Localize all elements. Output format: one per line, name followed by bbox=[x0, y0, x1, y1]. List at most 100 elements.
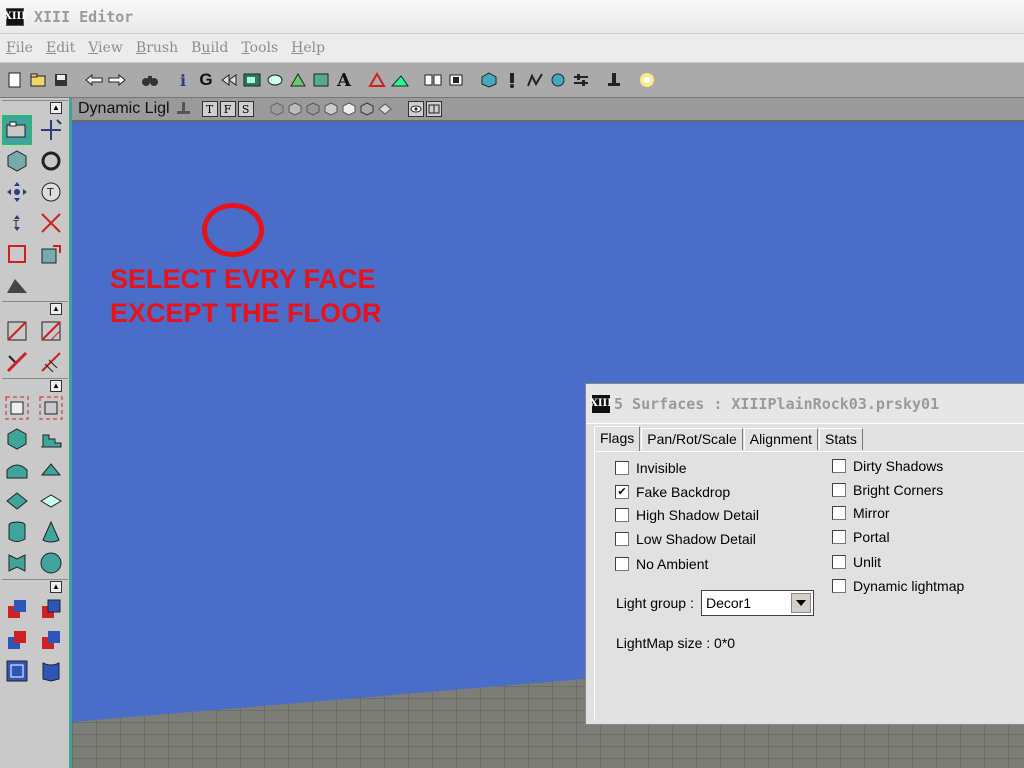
chevron-down-icon[interactable] bbox=[791, 593, 811, 613]
back-icon[interactable] bbox=[218, 69, 240, 91]
eye-view-button[interactable] bbox=[407, 101, 424, 117]
matinee-icon[interactable] bbox=[547, 69, 569, 91]
camera-mode-icon[interactable] bbox=[2, 115, 32, 145]
light-icon[interactable] bbox=[636, 69, 658, 91]
csg-subtract-icon[interactable] bbox=[36, 594, 66, 624]
sound-icon[interactable] bbox=[310, 69, 332, 91]
dynamic-light-view-icon[interactable] bbox=[358, 100, 376, 118]
low-shadow-detail-checkbox[interactable]: Low Shadow Detail bbox=[615, 531, 756, 547]
portal-checkbox[interactable]: Portal bbox=[832, 529, 890, 545]
menu-help[interactable]: Help bbox=[291, 40, 325, 56]
joystick-icon[interactable] bbox=[174, 100, 192, 118]
light-group-select[interactable]: Decor1 bbox=[701, 590, 814, 616]
new-icon[interactable] bbox=[4, 69, 26, 91]
lighting-only-view-icon[interactable] bbox=[376, 100, 394, 118]
g-icon[interactable]: G bbox=[195, 69, 217, 91]
lit-view-icon[interactable] bbox=[340, 100, 358, 118]
shear-icon[interactable] bbox=[36, 208, 66, 238]
zone-view-icon[interactable] bbox=[286, 100, 304, 118]
cylinder-brush-icon[interactable] bbox=[2, 517, 32, 547]
move-camera-icon[interactable] bbox=[36, 115, 66, 145]
tab-flags[interactable]: Flags bbox=[594, 426, 641, 451]
csg-add-icon[interactable] bbox=[2, 594, 32, 624]
view-front-button[interactable]: F bbox=[219, 101, 236, 117]
path-icon[interactable] bbox=[524, 69, 546, 91]
sheet-brush-icon[interactable] bbox=[2, 486, 32, 516]
menu-edit[interactable]: Edit bbox=[46, 40, 75, 56]
invisible-checkbox[interactable]: Invisible bbox=[615, 460, 687, 476]
triangle-icon[interactable] bbox=[366, 69, 388, 91]
info-icon[interactable]: i bbox=[172, 69, 194, 91]
translate-icon[interactable] bbox=[2, 177, 32, 207]
rotate-t-icon[interactable]: T bbox=[36, 177, 66, 207]
slider-icon[interactable] bbox=[570, 69, 592, 91]
redo-icon[interactable] bbox=[106, 69, 128, 91]
split-clip-icon[interactable] bbox=[36, 316, 66, 346]
curved-stairs-icon[interactable] bbox=[2, 455, 32, 485]
add-brush-icon[interactable] bbox=[2, 393, 32, 423]
high-shadow-detail-checkbox[interactable]: High Shadow Detail bbox=[615, 507, 759, 523]
scale-icon[interactable]: T bbox=[2, 208, 32, 238]
texture-icon[interactable] bbox=[241, 69, 263, 91]
collapse-icon[interactable]: ▲ bbox=[50, 580, 62, 593]
window-options-button[interactable] bbox=[425, 101, 442, 117]
dynamic-lightmap-checkbox[interactable]: Dynamic lightmap bbox=[832, 578, 964, 594]
plane-brush-icon[interactable] bbox=[36, 486, 66, 516]
collapse-icon[interactable]: ▲ bbox=[50, 101, 62, 114]
unlit-checkbox[interactable]: Unlit bbox=[832, 554, 881, 570]
terrain-edit-icon[interactable] bbox=[2, 270, 32, 300]
wireframe-view-icon[interactable] bbox=[268, 100, 286, 118]
delete-clip-icon[interactable] bbox=[2, 347, 32, 377]
stairs-brush-icon[interactable] bbox=[36, 424, 66, 454]
camera-icon[interactable] bbox=[264, 69, 286, 91]
actor-icon[interactable] bbox=[445, 69, 467, 91]
menu-file[interactable]: File bbox=[6, 40, 33, 56]
kinematic-icon[interactable] bbox=[603, 69, 625, 91]
tab-stats[interactable]: Stats bbox=[819, 428, 863, 450]
menu-view[interactable]: View bbox=[88, 40, 123, 56]
collapse-icon[interactable]: ▲ bbox=[50, 302, 62, 315]
collapse-icon[interactable]: ▲ bbox=[50, 379, 62, 392]
open-icon[interactable] bbox=[27, 69, 49, 91]
mirror-checkbox[interactable]: Mirror bbox=[832, 505, 890, 521]
cube-icon[interactable] bbox=[478, 69, 500, 91]
cube-brush-icon[interactable] bbox=[2, 424, 32, 454]
rotate-icon[interactable] bbox=[36, 146, 66, 176]
group-icon[interactable] bbox=[422, 69, 444, 91]
dialog-title-bar[interactable]: XIII 5 Surfaces : XIIIPlainRock03.prsky0… bbox=[586, 384, 1024, 424]
vertex-edit-icon[interactable] bbox=[2, 239, 32, 269]
menu-build[interactable]: Build bbox=[191, 40, 228, 56]
csg-intersect-icon[interactable] bbox=[2, 625, 32, 655]
spiral-stairs-icon[interactable] bbox=[36, 455, 66, 485]
flip-clip-icon[interactable] bbox=[36, 347, 66, 377]
bright-corners-checkbox[interactable]: Bright Corners bbox=[832, 482, 943, 498]
dirty-shadows-checkbox[interactable]: Dirty Shadows bbox=[832, 458, 943, 474]
add-mover-icon[interactable] bbox=[2, 656, 32, 686]
view-top-button[interactable]: T bbox=[201, 101, 218, 117]
menu-tools[interactable]: Tools bbox=[241, 40, 278, 56]
subtract-brush-icon[interactable] bbox=[36, 393, 66, 423]
tab-alignment[interactable]: Alignment bbox=[743, 428, 818, 450]
texture-pan-icon[interactable] bbox=[36, 239, 66, 269]
volumetric-brush-icon[interactable] bbox=[2, 548, 32, 578]
sphere-brush-icon[interactable] bbox=[36, 548, 66, 578]
menu-brush[interactable]: Brush bbox=[136, 40, 178, 56]
no-ambient-checkbox[interactable]: No Ambient bbox=[615, 556, 708, 572]
texture-view-icon[interactable] bbox=[304, 100, 322, 118]
actor-mode-icon[interactable] bbox=[2, 146, 32, 176]
viewport-mode-label[interactable]: Dynamic Ligl bbox=[78, 100, 170, 118]
mesh-icon[interactable] bbox=[287, 69, 309, 91]
save-icon[interactable] bbox=[50, 69, 72, 91]
flat-view-icon[interactable] bbox=[322, 100, 340, 118]
add-volume-icon[interactable] bbox=[36, 656, 66, 686]
csg-deintersect-icon[interactable] bbox=[36, 625, 66, 655]
cone-brush-icon[interactable] bbox=[36, 517, 66, 547]
clip-icon[interactable] bbox=[2, 316, 32, 346]
alert-icon[interactable] bbox=[501, 69, 523, 91]
font-icon[interactable]: A bbox=[333, 69, 355, 91]
view-side-button[interactable]: S bbox=[237, 101, 254, 117]
terrain-icon[interactable] bbox=[389, 69, 411, 91]
undo-icon[interactable] bbox=[83, 69, 105, 91]
tab-pan-rot-scale[interactable]: Pan/Rot/Scale bbox=[641, 428, 743, 450]
find-icon[interactable] bbox=[139, 69, 161, 91]
